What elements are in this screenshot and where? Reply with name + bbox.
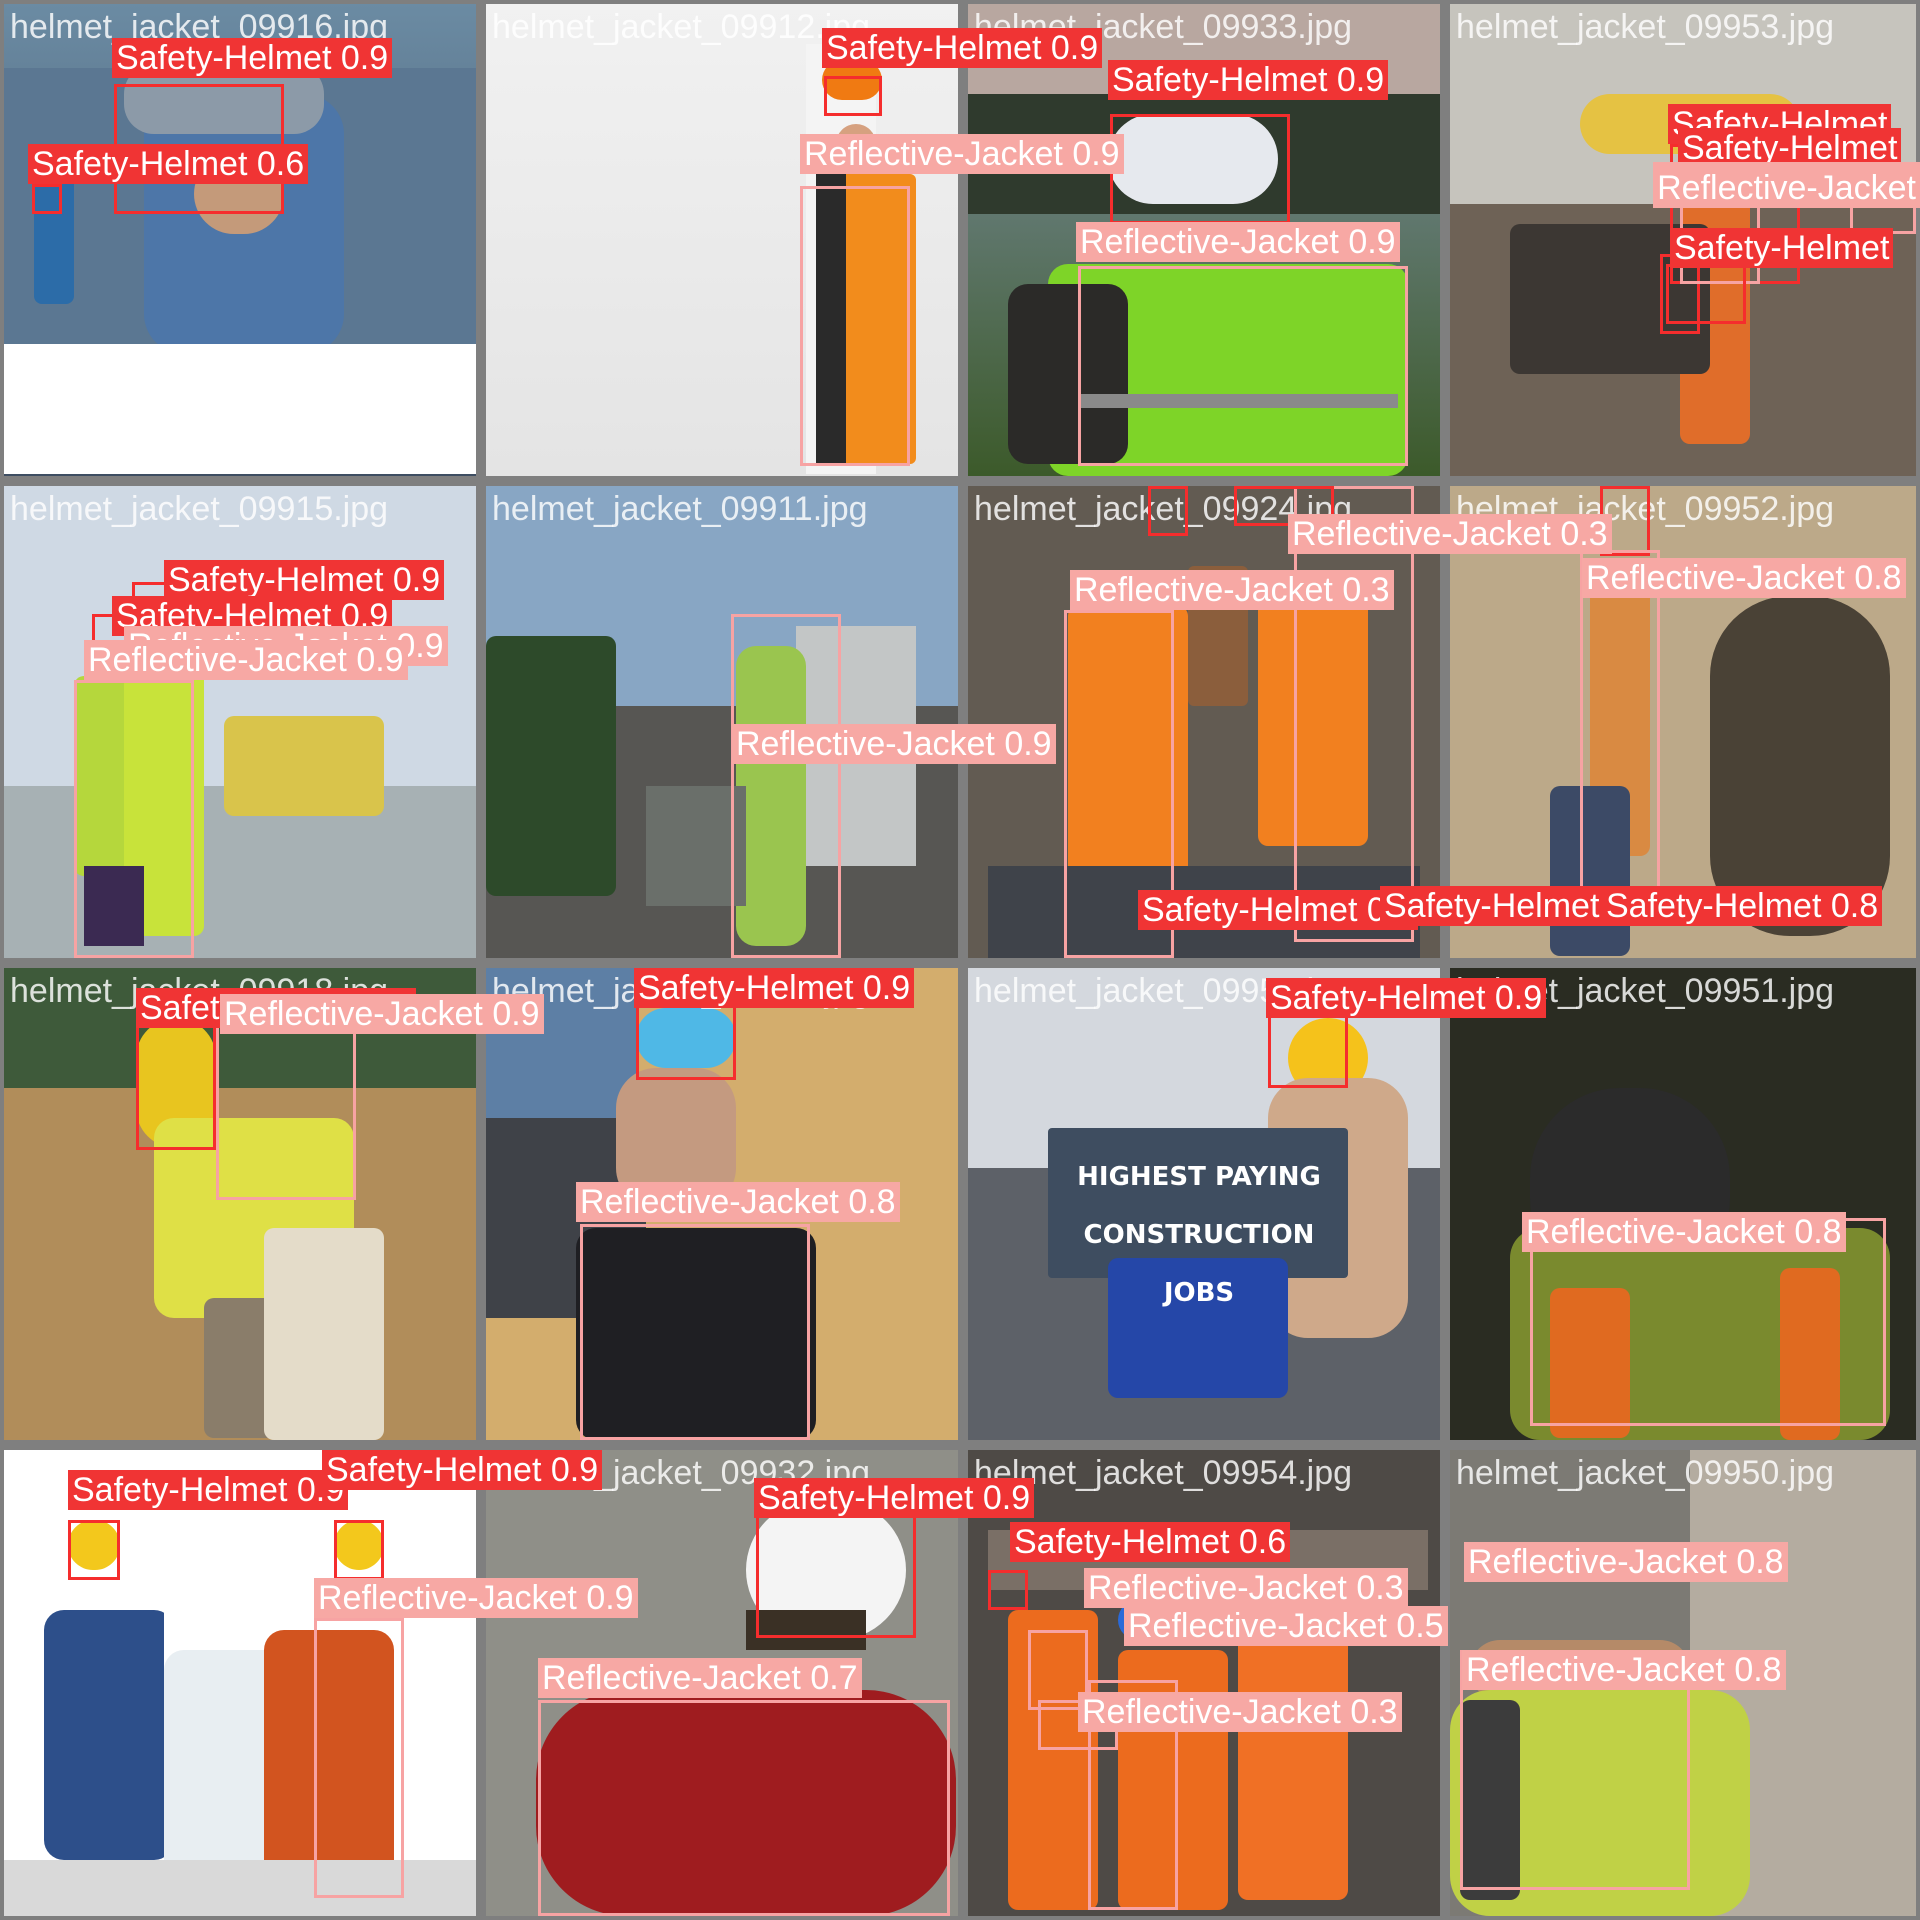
mosaic-tile: helmet_jacket_09916.jpg Safety-Helmet 0.9… [4,4,476,476]
tile-photo [486,486,958,958]
jacket-bbox [216,1020,356,1200]
jacket-label: Reflective-Jacket 0.8 [1522,1212,1846,1252]
helmet-bbox [334,1520,384,1580]
helmet-bbox [68,1520,120,1580]
jacket-label: Reflective-Jacket 0.3 [1070,570,1394,610]
photo-region [264,1228,384,1440]
mosaic-tile: helmet_jacket_09918.jpgSafety-Helmet 0.9… [4,968,544,1440]
sign-line: HIGHEST PAYING [1077,1162,1321,1192]
tile-filename: helmet_jacket_09915.jpg [10,490,389,528]
helmet-label: Safety-Helmet 0.9 [164,560,445,600]
jacket-label: Reflective-Jacket 0.7 [538,1658,862,1698]
tile-filename: helmet_jacket_09953.jpg [1456,8,1835,46]
helmet-bbox [756,1508,916,1638]
jacket-label: Reflective-Jacket 0.9 [1076,222,1400,262]
helmet-label: Safety-Helmet 0.9 [1266,978,1547,1018]
jacket-label: Reflective-Jacket 0.8 [1462,1650,1786,1690]
mosaic-tile: HIGHEST PAYING CONSTRUCTION JOBS helmet_ja… [968,968,1547,1440]
jacket-bbox [314,1618,404,1898]
mosaic-tile: helmet_jacket_09924.jpg Safety-Helmet 0.9… [968,486,1661,958]
helmet-bbox [32,184,62,214]
helmet-label: Safety-Helmet 0.9 [822,28,1103,68]
jacket-label: Reflective-Jacket 0.9 [732,724,1056,764]
helmet-bbox [988,1570,1028,1610]
jacket-label: Reflective-Jacket 0.9 [314,1578,638,1618]
photo-region [224,716,384,816]
jacket-bbox [538,1700,950,1916]
mosaic-tile: helmet_jacket_09912.jpg Safety-Helmet 0.9… [486,4,1124,476]
sign-text: HIGHEST PAYING CONSTRUCTION JOBS [1054,1148,1344,1322]
photo-region [4,1860,476,1916]
jacket-label: Reflective-Jacket 0.9 [220,994,544,1034]
helmet-label: Safety-Helmet [1670,228,1894,268]
helmet-label: Safety-Helmet 0.9 [1138,890,1419,930]
helmet-bbox [1666,264,1746,324]
helmet-bbox [1110,114,1290,224]
jacket-bbox [580,1224,810,1440]
photo-region [44,1610,174,1860]
tile-filename: helmet_jacket_09912.jpg [492,8,871,46]
jacket-label: Reflective-Jacket [1653,168,1920,208]
mosaic-tile: helmet_jacket_09950.jpg Reflective-Jacket… [1450,1450,1916,1916]
tile-filename: helmet_jacket_09950.jpg [1456,1454,1835,1492]
tile-filename: helmet_jacket_09911.jpg [492,490,868,528]
jacket-bbox [1460,1680,1690,1890]
jacket-bbox [1580,550,1660,890]
helmet-label: Safety-Helmet 0.9 [634,968,915,1008]
mosaic-tile: helmet_jacket_09954.jpg Safety-Helmet 0.6… [968,1450,1448,1916]
jacket-label: Reflective-Jacket 0.8 [576,1182,900,1222]
helmet-label: Safety-Helmet 0.8 [1602,886,1883,926]
jacket-label: Reflective-Jacket 0.9 [800,134,1124,174]
helmet-label: Safety-Helmet 0.6 [28,144,309,184]
jacket-label: Reflective-Jacket 0.5 [1124,1606,1448,1646]
mosaic-tile: helmet_jacket_09953.jpg Safety-Helmet Safe… [1450,4,1920,476]
helmet-label: Safety-Helmet 0.6 [1010,1522,1291,1562]
helmet-bbox [136,1024,216,1150]
mosaic-tile: helmet_jacket_09911.jpg Reflective-Jacket… [486,486,1056,958]
jacket-label: Reflective-Jacket 0.3 [1084,1568,1408,1608]
helmet-bbox [824,76,882,116]
mosaic-tile: helmet_jacket_09915.jpg Safety-Helmet 0.9… [4,486,476,958]
helmet-bbox [1148,486,1188,536]
jacket-bbox [1294,486,1414,942]
helmet-bbox [1268,1008,1348,1088]
helmet-label: Safety-Helmet 0.9 [68,1470,349,1510]
helmet-bbox [636,1000,736,1080]
mosaic-tile: helmet_jacket_09932.jpg Safety-Helmet 0.9… [486,1450,1035,1916]
helmet-label: Safety-Helmet 0.9 [1108,60,1389,100]
jacket-label: Reflective-Jacket 0.3 [1288,514,1612,554]
prediction-mosaic: helmet_jacket_09916.jpg Safety-Helmet 0.9… [0,0,1920,1920]
mosaic-tile: helmet_jacket_09933.jpg Safety-Helmet 0.9… [968,4,1440,476]
mosaic-tile: helmet_jacket_09951.jpg Reflective-Jacket… [1450,968,1916,1440]
jacket-label: Reflective-Jacket 0.8 [1582,558,1906,598]
photo-region [4,344,476,474]
photo-region [486,636,616,896]
jacket-bbox [800,186,910,466]
sign-line: CONSTRUCTION JOBS [1083,1220,1315,1308]
jacket-bbox [731,614,841,958]
tile-photo: HIGHEST PAYING CONSTRUCTION JOBS [968,968,1440,1440]
helmet-label: Safety-Helmet 0.9 [322,1450,603,1490]
jacket-label: Reflective-Jacket 0.8 [1464,1542,1788,1582]
jacket-bbox [1078,266,1408,466]
mosaic-tile: helmet_jacket_09920.jpgSafety-Helmet 0.9… [486,968,958,1440]
jacket-label: Reflective-Jacket 0.9 [84,640,408,680]
photo-region [1710,596,1890,936]
jacket-bbox [74,680,194,958]
helmet-label: Safety-Helmet 0.9 [754,1478,1035,1518]
mosaic-tile: helmet_jacket_09913.jpgSafety-Helmet 0.9… [4,1450,638,1916]
jacket-label: Reflective-Jacket 0.3 [1078,1692,1402,1732]
helmet-label: Safety-Helmet 0.9 [112,38,393,78]
